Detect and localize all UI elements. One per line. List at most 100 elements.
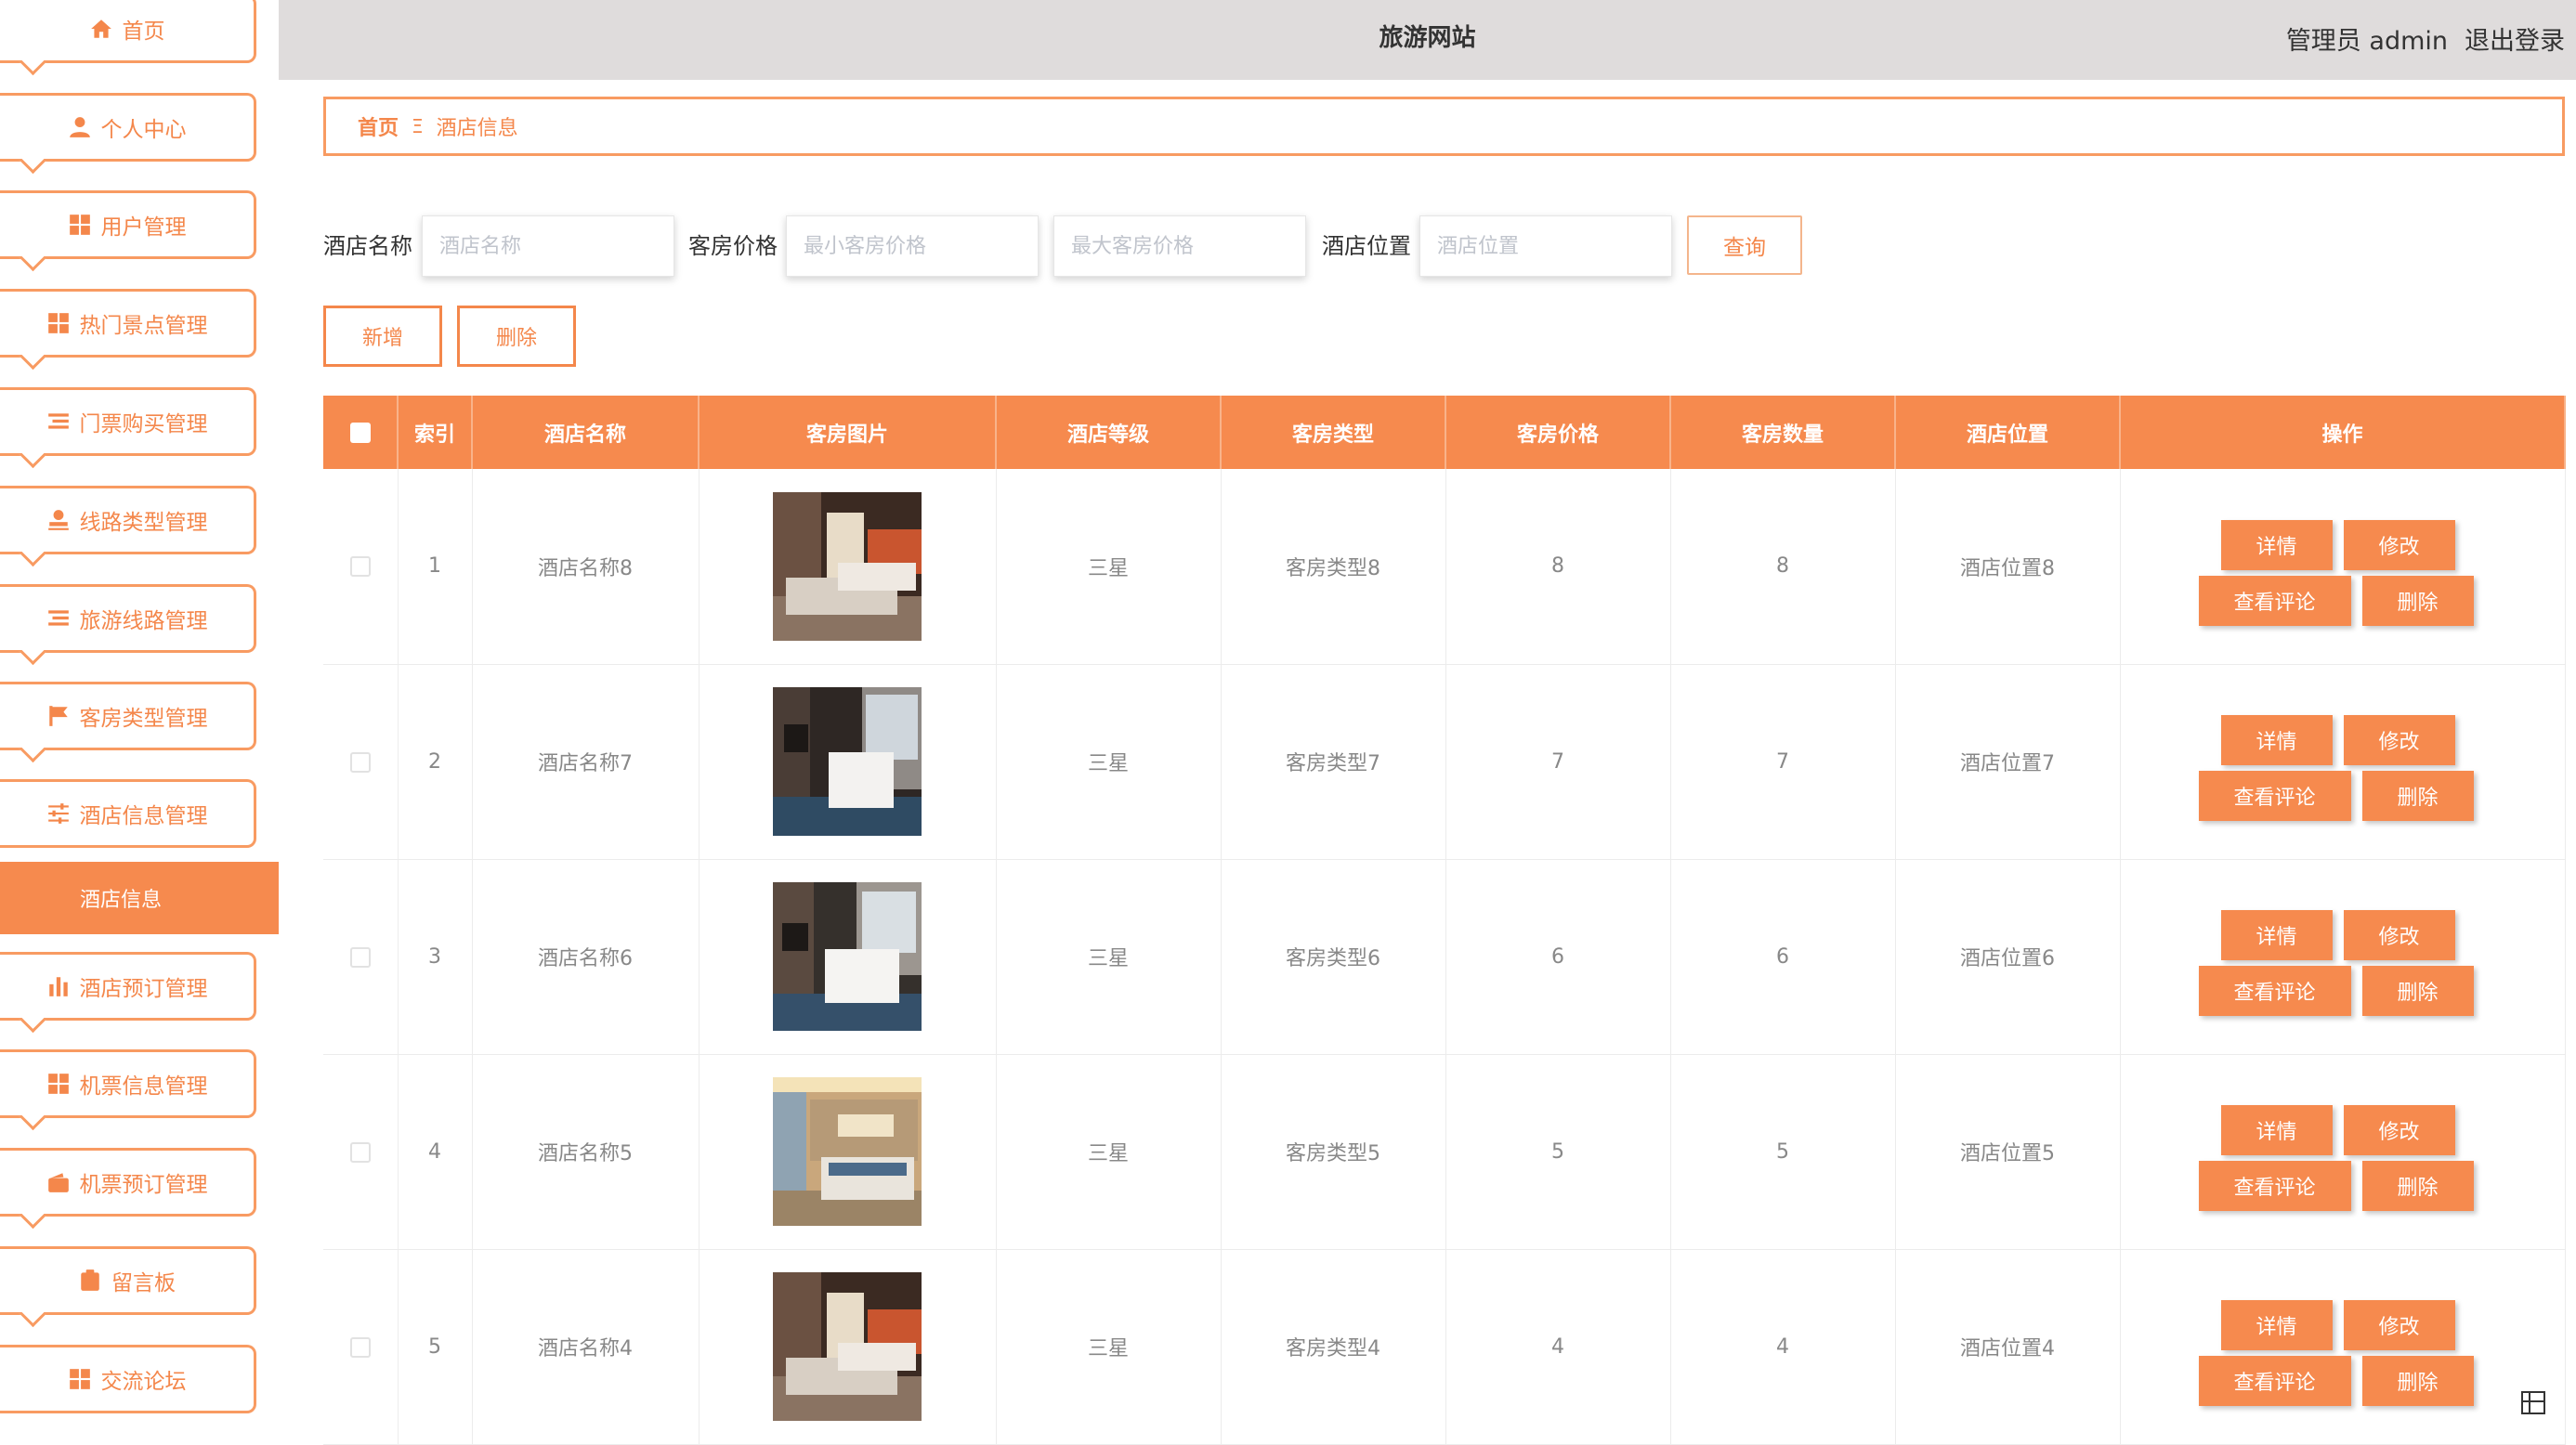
row-actions: 详情 修改 查看评论 删除 [2198,1287,2487,1406]
delete-button[interactable]: 删除 [2361,575,2474,626]
table-row: 4 酒店名称5 三星 客房类型5 5 5 酒店位置5 详情 修改 查看评论 删除 [323,1054,2566,1250]
wallet-icon [46,1170,71,1194]
room-price-label: 客房价格 [688,233,778,259]
select-all-cell[interactable] [323,396,399,469]
edit-button[interactable]: 修改 [2343,1105,2455,1155]
sidebar-item-profile[interactable]: 个人中心 [0,93,256,162]
room-price-cell: 4 [1445,1249,1671,1445]
room-image[interactable] [773,1077,922,1226]
add-button[interactable]: 新增 [323,306,442,367]
hotel-level-cell: 三星 [996,664,1222,860]
delete-button[interactable]: 删除 [2361,771,2474,821]
room-count-cell: 6 [1670,859,1896,1055]
hotel-name-cell: 酒店名称8 [472,469,700,665]
table-header-row: 索引 酒店名称 客房图片 酒店等级 客房类型 客房价格 客房数量 酒店位置 操作 [323,396,2566,469]
room-price-cell: 8 [1445,469,1671,665]
breadcrumb-current: 酒店信息 [436,117,518,140]
sidebar-item-label: 机票信息管理 [79,1074,208,1099]
hotel-name-cell: 酒店名称5 [472,1054,700,1250]
room-image[interactable] [773,687,922,836]
row-checkbox[interactable] [349,751,371,773]
sidebar-item-label: 机票预订管理 [79,1173,208,1197]
sidebar-item-label: 酒店预订管理 [79,977,208,1001]
view-comments-button[interactable]: 查看评论 [2198,1161,2351,1211]
view-comments-button[interactable]: 查看评论 [2198,771,2351,821]
sidebar-item-routes[interactable]: 旅游线路管理 [0,584,256,653]
detail-button[interactable]: 详情 [2220,910,2333,960]
detail-button[interactable]: 详情 [2220,715,2333,765]
max-price-input[interactable] [1053,215,1306,277]
row-checkbox[interactable] [349,946,371,968]
delete-button[interactable]: 删除 [2361,1161,2474,1211]
list-icon [46,606,71,631]
hotel-location-cell: 酒店位置4 [1895,1249,2121,1445]
query-button[interactable]: 查询 [1687,215,1802,275]
column-header: 酒店位置 [1895,396,2121,469]
hotel-location-input[interactable] [1419,215,1672,277]
breadcrumb-separator-icon: Ξ [412,115,424,137]
sidebar-item-flight-info[interactable]: 机票信息管理 [0,1049,256,1118]
flag-icon [46,704,71,728]
row-actions: 详情 修改 查看评论 删除 [2198,702,2487,821]
room-image[interactable] [773,882,922,1031]
hotel-level-cell: 三星 [996,1054,1222,1250]
hotel-level-cell: 三星 [996,1249,1222,1445]
sidebar-subitem-hotel-info[interactable]: 酒店信息 [0,862,279,934]
room-type-cell: 客房类型7 [1221,664,1446,860]
user-stamp-icon [46,508,71,532]
room-image[interactable] [773,491,922,641]
sidebar-item-attractions[interactable]: 热门景点管理 [0,289,256,358]
row-index: 5 [398,1249,473,1445]
sidebar-item-hotel-info[interactable]: 酒店信息管理 [0,779,256,848]
sidebar-item-users[interactable]: 用户管理 [0,190,256,259]
table-row: 1 酒店名称8 三星 客房类型8 8 8 酒店位置8 详情 修改 查看评论 删除 [323,469,2566,665]
sidebar-item-hotel-booking[interactable]: 酒店预订管理 [0,952,256,1021]
row-actions: 详情 修改 查看评论 删除 [2198,507,2487,626]
room-type-cell: 客房类型8 [1221,469,1446,665]
delete-button[interactable]: 删除 [2361,966,2474,1016]
sidebar-item-label: 首页 [122,20,165,44]
breadcrumb-home[interactable]: 首页 [358,111,399,141]
room-type-cell: 客房类型6 [1221,859,1446,1055]
sidebar-item-message-board[interactable]: 留言板 [0,1246,256,1315]
select-all-checkbox[interactable] [349,423,371,443]
sidebar-item-route-types[interactable]: 线路类型管理 [0,486,256,554]
grid-icon [46,1072,71,1096]
edit-button[interactable]: 修改 [2343,1300,2455,1350]
hotel-location-cell: 酒店位置7 [1895,664,2121,860]
delete-button[interactable]: 删除 [2361,1356,2474,1406]
view-comments-button[interactable]: 查看评论 [2198,575,2351,626]
row-checkbox[interactable] [349,556,371,578]
list-icon [46,410,71,434]
hotel-name-cell: 酒店名称4 [472,1249,700,1445]
room-image[interactable] [773,1272,922,1421]
sidebar-subitem-label: 酒店信息 [80,889,163,912]
sidebar-item-tickets[interactable]: 门票购买管理 [0,387,256,456]
sidebar-item-home[interactable]: 首页 [0,0,256,63]
logout-link[interactable]: 退出登录 [2465,27,2565,56]
detail-button[interactable]: 详情 [2220,1105,2333,1155]
edit-button[interactable]: 修改 [2343,910,2455,960]
sidebar-item-label: 留言板 [111,1271,176,1295]
column-header: 酒店等级 [996,396,1222,469]
batch-delete-button[interactable]: 删除 [457,306,576,367]
hotel-name-input[interactable] [422,215,674,277]
edit-button[interactable]: 修改 [2343,519,2455,570]
sidebar-item-label: 旅游线路管理 [79,609,208,633]
grid-icon [46,311,71,335]
sidebar-item-room-types[interactable]: 客房类型管理 [0,682,256,750]
view-comments-button[interactable]: 查看评论 [2198,966,2351,1016]
detail-button[interactable]: 详情 [2220,519,2333,570]
table-grid-icon[interactable] [2521,1391,2545,1414]
row-checkbox[interactable] [349,1141,371,1163]
view-comments-button[interactable]: 查看评论 [2198,1356,2351,1406]
min-price-input[interactable] [786,215,1039,277]
detail-button[interactable]: 详情 [2220,1300,2333,1350]
sidebar-item-flight-booking[interactable]: 机票预订管理 [0,1148,256,1217]
row-checkbox[interactable] [349,1336,371,1358]
hotel-table: 索引 酒店名称 客房图片 酒店等级 客房类型 客房价格 客房数量 酒店位置 操作… [323,396,2566,1445]
edit-button[interactable]: 修改 [2343,715,2455,765]
row-actions: 详情 修改 查看评论 删除 [2198,897,2487,1016]
sidebar-item-label: 热门景点管理 [79,314,208,338]
sidebar-item-forum[interactable]: 交流论坛 [0,1345,256,1413]
